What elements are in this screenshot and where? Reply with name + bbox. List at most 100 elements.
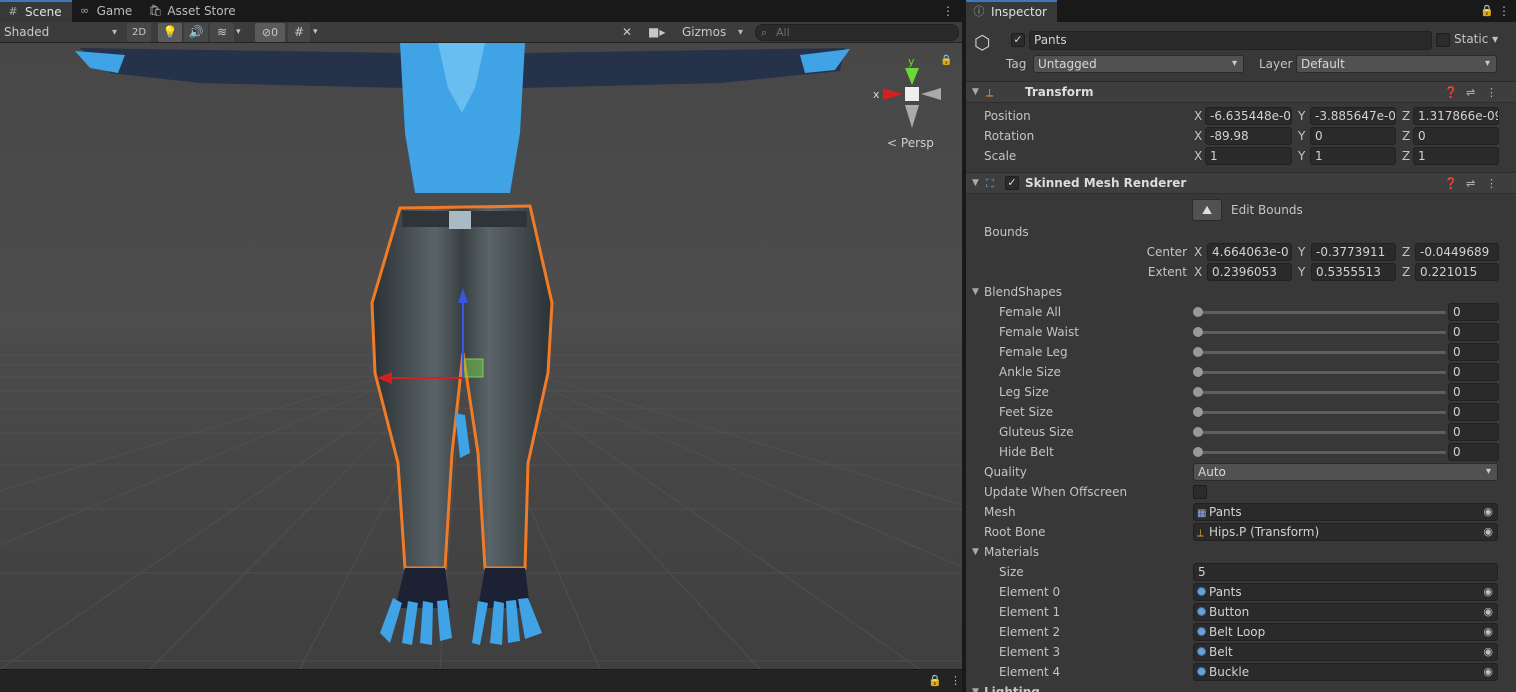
scale-z-input[interactable]: 1 — [1413, 147, 1499, 165]
blendshape-slider-knob[interactable] — [1193, 307, 1203, 317]
smr-presets-icon[interactable]: ⇌ — [1466, 174, 1475, 194]
inspector-lock-icon[interactable]: 🔒 — [1480, 4, 1494, 17]
tab-asset-store[interactable]: 🛍 Asset Store — [142, 0, 245, 22]
gizmos-dropdown[interactable]: Gizmos — [682, 23, 746, 42]
transform-header[interactable]: ▼ ⟂ Transform ❓ ⇌ ⋮ — [966, 81, 1516, 103]
viewport-lock-icon[interactable]: 🔒 — [940, 55, 952, 66]
material-picker-icon[interactable]: ◉ — [1483, 604, 1493, 620]
blendshape-slider-knob[interactable] — [1193, 387, 1203, 397]
blendshape-value-input[interactable]: 0 — [1448, 423, 1499, 441]
center-x-input[interactable]: 4.664063e-0 — [1207, 243, 1292, 261]
scale-x-input[interactable]: 1 — [1205, 147, 1292, 165]
materials-size-input[interactable]: 5 — [1193, 563, 1498, 581]
toggle-2d-button[interactable]: 2D — [127, 23, 151, 42]
blendshape-value-input[interactable]: 0 — [1448, 343, 1499, 361]
static-checkbox[interactable] — [1436, 33, 1450, 47]
transform-help-icon[interactable]: ❓ — [1444, 83, 1458, 103]
transform-fold-icon[interactable]: ▼ — [972, 82, 979, 102]
rotation-y-input[interactable]: 0 — [1310, 127, 1396, 145]
blendshape-value-input[interactable]: 0 — [1448, 303, 1499, 321]
mesh-object-field[interactable]: ▦ Pants ◉ — [1193, 503, 1498, 521]
extent-y-input[interactable]: 0.5355513 — [1311, 263, 1396, 281]
blendshape-slider-track[interactable] — [1198, 391, 1446, 394]
smr-kebab-icon[interactable]: ⋮ — [1486, 174, 1497, 194]
status-kebab-icon[interactable]: ⋮ — [950, 674, 961, 687]
gameobject-active-checkbox[interactable]: ✓ — [1011, 33, 1025, 47]
blendshape-slider-knob[interactable] — [1193, 327, 1203, 337]
material-picker-icon[interactable]: ◉ — [1483, 624, 1493, 640]
blendshape-value-input[interactable]: 0 — [1448, 443, 1499, 461]
material-picker-icon[interactable]: ◉ — [1483, 584, 1493, 600]
effects-toggle-icon[interactable]: ≋ — [210, 23, 234, 42]
grid-toggle-icon[interactable]: # — [288, 23, 310, 42]
layer-dropdown[interactable]: Default — [1296, 55, 1497, 73]
edit-bounds-button[interactable]: ⛰ — [1192, 199, 1222, 221]
material-object-field[interactable]: Belt ◉ — [1193, 643, 1498, 661]
blendshape-slider-knob[interactable] — [1193, 347, 1203, 357]
material-picker-icon[interactable]: ◉ — [1483, 664, 1493, 680]
smr-fold-icon[interactable]: ▼ — [972, 173, 979, 193]
blendshape-value-input[interactable]: 0 — [1448, 323, 1499, 341]
position-y-input[interactable]: -3.885647e-0 — [1310, 107, 1396, 125]
audio-toggle-icon[interactable]: 🔊 — [184, 23, 208, 42]
mesh-picker-icon[interactable]: ◉ — [1483, 504, 1493, 520]
grid-dropdown-chevron-icon[interactable]: ▾ — [313, 23, 327, 42]
lighting-fold-icon[interactable]: ▼ — [972, 682, 979, 692]
quality-dropdown[interactable]: Auto — [1193, 463, 1498, 481]
tab-scene[interactable]: # Scene — [0, 0, 72, 22]
gameobject-name-input[interactable]: Pants — [1029, 31, 1432, 50]
smr-header[interactable]: ▼ ⛶ ✓ Skinned Mesh Renderer ❓ ⇌ ⋮ — [966, 172, 1516, 194]
root-bone-picker-icon[interactable]: ◉ — [1483, 524, 1493, 540]
inspector-kebab-icon[interactable]: ⋮ — [1498, 4, 1510, 18]
blendshape-value-input[interactable]: 0 — [1448, 403, 1499, 421]
materials-fold-icon[interactable]: ▼ — [972, 542, 979, 562]
blendshape-slider-knob[interactable] — [1193, 407, 1203, 417]
blendshapes-foldout[interactable]: ▼ BlendShapes — [966, 282, 1516, 302]
blendshape-slider-track[interactable] — [1198, 411, 1446, 414]
material-object-field[interactable]: Buckle ◉ — [1193, 663, 1498, 681]
projection-toggle[interactable]: < Persp — [887, 136, 934, 150]
shading-mode-dropdown[interactable]: Shaded — [4, 23, 120, 42]
extent-z-input[interactable]: 0.221015 — [1415, 263, 1499, 281]
smr-enabled-checkbox[interactable]: ✓ — [1005, 176, 1019, 190]
effects-dropdown-chevron-icon[interactable]: ▾ — [236, 23, 250, 42]
transform-presets-icon[interactable]: ⇌ — [1466, 83, 1475, 103]
blendshape-slider-knob[interactable] — [1193, 447, 1203, 457]
materials-foldout[interactable]: ▼ Materials — [966, 542, 1516, 562]
position-x-input[interactable]: -6.635448e-0 — [1205, 107, 1292, 125]
material-object-field[interactable]: Button ◉ — [1193, 603, 1498, 621]
blendshape-slider-track[interactable] — [1198, 331, 1446, 334]
lighting-foldout[interactable]: ▼ Lighting — [966, 682, 1516, 692]
root-bone-object-field[interactable]: ⟂ Hips.P (Transform) ◉ — [1193, 523, 1498, 541]
smr-help-icon[interactable]: ❓ — [1444, 174, 1458, 194]
material-object-field[interactable]: Belt Loop ◉ — [1193, 623, 1498, 641]
tools-icon[interactable]: ✕ — [622, 23, 640, 42]
blendshape-slider-track[interactable] — [1198, 431, 1446, 434]
blendshape-slider-track[interactable] — [1198, 351, 1446, 354]
rotation-x-input[interactable]: -89.98 — [1205, 127, 1292, 145]
transform-kebab-icon[interactable]: ⋮ — [1486, 83, 1497, 103]
status-lock-icon[interactable]: 🔒 — [928, 674, 942, 687]
update-offscreen-checkbox[interactable] — [1193, 485, 1207, 499]
tab-game[interactable]: ∞ Game — [72, 0, 143, 22]
scene-search-input[interactable]: ⌕ All — [755, 24, 959, 41]
lighting-toggle-icon[interactable]: 💡 — [158, 23, 182, 42]
material-object-field[interactable]: Pants ◉ — [1193, 583, 1498, 601]
tab-inspector[interactable]: ⓘ Inspector — [966, 0, 1057, 22]
rotation-z-input[interactable]: 0 — [1413, 127, 1499, 145]
camera-icon[interactable]: ■▸ — [648, 23, 672, 42]
scale-y-input[interactable]: 1 — [1310, 147, 1396, 165]
center-z-input[interactable]: -0.0449689 — [1415, 243, 1499, 261]
blendshape-slider-knob[interactable] — [1193, 427, 1203, 437]
position-z-input[interactable]: 1.317866e-09 — [1413, 107, 1499, 125]
blendshape-slider-track[interactable] — [1198, 451, 1446, 454]
static-dropdown[interactable]: Static ▾ — [1454, 32, 1498, 46]
center-y-input[interactable]: -0.3773911 — [1311, 243, 1396, 261]
hidden-objects-toggle[interactable]: ⊘0 — [255, 23, 285, 42]
blendshape-value-input[interactable]: 0 — [1448, 383, 1499, 401]
blendshape-slider-knob[interactable] — [1193, 367, 1203, 377]
blendshape-slider-track[interactable] — [1198, 371, 1446, 374]
tag-dropdown[interactable]: Untagged — [1033, 55, 1244, 73]
scene-viewport[interactable]: y x 🔒 < Persp — [0, 43, 962, 669]
blendshape-slider-track[interactable] — [1198, 311, 1446, 314]
